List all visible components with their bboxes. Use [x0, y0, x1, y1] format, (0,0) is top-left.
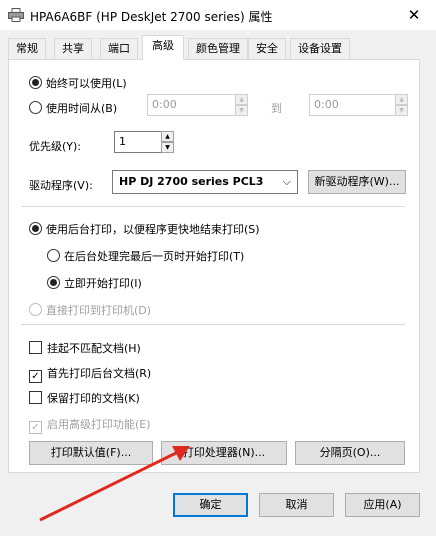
priority-up-icon[interactable]: ▲: [161, 131, 174, 142]
to-label: 到: [271, 102, 282, 115]
spool-label: 使用后台打印，以便程序更快地结束打印(S): [46, 223, 260, 236]
title-bar: HPA6A6BF (HP DeskJet 2700 series) 属性 ✕: [0, 0, 436, 30]
cancel-button[interactable]: 取消: [259, 493, 334, 517]
from-time-field[interactable]: 0:00: [147, 94, 239, 116]
tab-security[interactable]: 安全: [248, 38, 286, 59]
radio-selected-icon[interactable]: [29, 76, 42, 89]
checkbox-icon[interactable]: [29, 391, 42, 404]
print-processor-button[interactable]: 打印处理器(N)...: [161, 441, 287, 465]
from-time-down-icon[interactable]: ▼: [235, 105, 248, 116]
radio-selected-icon[interactable]: [29, 222, 42, 235]
after-last-page-label: 在后台处理完最后一页时开始打印(T): [64, 250, 245, 263]
spool-option[interactable]: 使用后台打印，以便程序更快地结束打印(S): [29, 221, 260, 237]
properties-dialog: HPA6A6BF (HP DeskJet 2700 series) 属性 ✕ 常…: [0, 0, 436, 536]
to-time-down-icon[interactable]: ▼: [395, 105, 408, 116]
radio-selected-icon[interactable]: [47, 276, 60, 289]
radio-icon[interactable]: [29, 101, 42, 114]
driver-select-value: HP DJ 2700 series PCL3: [119, 175, 264, 188]
direct-print-label: 直接打印到打印机(D): [46, 304, 152, 317]
tab-advanced[interactable]: 高级: [142, 35, 184, 60]
always-available-label: 始终可以使用(L): [46, 77, 127, 90]
new-driver-button[interactable]: 新驱动程序(W)...: [308, 170, 406, 194]
checkbox-icon[interactable]: [29, 341, 42, 354]
driver-label: 驱动程序(V):: [29, 179, 93, 192]
close-icon[interactable]: ✕: [392, 0, 436, 30]
radio-icon[interactable]: [47, 249, 60, 262]
to-time-field[interactable]: 0:00: [309, 94, 399, 116]
tab-general[interactable]: 常规: [8, 38, 46, 59]
keep-printed-label: 保留打印的文档(K): [47, 392, 140, 405]
checkbox-checked-icon[interactable]: ✓: [29, 421, 42, 434]
always-available-option[interactable]: 始终可以使用(L): [29, 75, 127, 91]
printer-icon: [8, 8, 24, 22]
chevron-down-icon: ⌵: [282, 175, 291, 188]
available-from-label: 使用时间从(B): [46, 102, 118, 115]
print-spooled-first-label: 首先打印后台文档(R): [47, 367, 152, 380]
tab-device-settings[interactable]: 设备设置: [290, 38, 350, 59]
driver-select[interactable]: HP DJ 2700 series PCL3 ⌵: [112, 170, 298, 194]
priority-down-icon[interactable]: ▼: [161, 142, 174, 153]
enable-advanced-label: 启用高级打印功能(E): [47, 418, 151, 431]
print-spooled-first-option[interactable]: ✓ 首先打印后台文档(R): [29, 365, 151, 383]
tab-ports[interactable]: 端口: [100, 38, 138, 59]
to-time-up-icon[interactable]: ▲: [395, 94, 408, 105]
separator-page-button[interactable]: 分隔页(O)...: [295, 441, 405, 465]
apply-button[interactable]: 应用(A): [345, 493, 420, 517]
from-time-up-icon[interactable]: ▲: [235, 94, 248, 105]
tab-color-management[interactable]: 颜色管理: [188, 38, 248, 59]
ok-button[interactable]: 确定: [173, 493, 248, 517]
tab-sharing[interactable]: 共享: [54, 38, 92, 59]
priority-field[interactable]: 1: [114, 131, 164, 153]
hold-mismatched-option[interactable]: 挂起不匹配文档(H): [29, 340, 141, 356]
direct-print-option[interactable]: 直接打印到打印机(D): [29, 302, 151, 318]
available-from-option[interactable]: 使用时间从(B): [29, 100, 117, 116]
after-last-page-option[interactable]: 在后台处理完最后一页时开始打印(T): [47, 248, 244, 264]
priority-label: 优先级(Y):: [29, 140, 82, 153]
keep-printed-option[interactable]: 保留打印的文档(K): [29, 390, 140, 406]
hold-mismatched-label: 挂起不匹配文档(H): [47, 342, 141, 355]
enable-advanced-option[interactable]: ✓ 启用高级打印功能(E): [29, 416, 151, 434]
checkbox-checked-icon[interactable]: ✓: [29, 370, 42, 383]
print-defaults-button[interactable]: 打印默认值(F)...: [29, 441, 153, 465]
advanced-panel: 始终可以使用(L) 使用时间从(B) 0:00 ▲ ▼ 到 0:00 ▲ ▼ 优…: [8, 59, 420, 473]
print-immediately-option[interactable]: 立即开始打印(I): [47, 275, 142, 291]
print-immediately-label: 立即开始打印(I): [64, 277, 142, 290]
radio-icon[interactable]: [29, 303, 42, 316]
divider: [21, 324, 405, 325]
window-title: HPA6A6BF (HP DeskJet 2700 series) 属性: [30, 10, 273, 24]
divider: [21, 206, 405, 207]
